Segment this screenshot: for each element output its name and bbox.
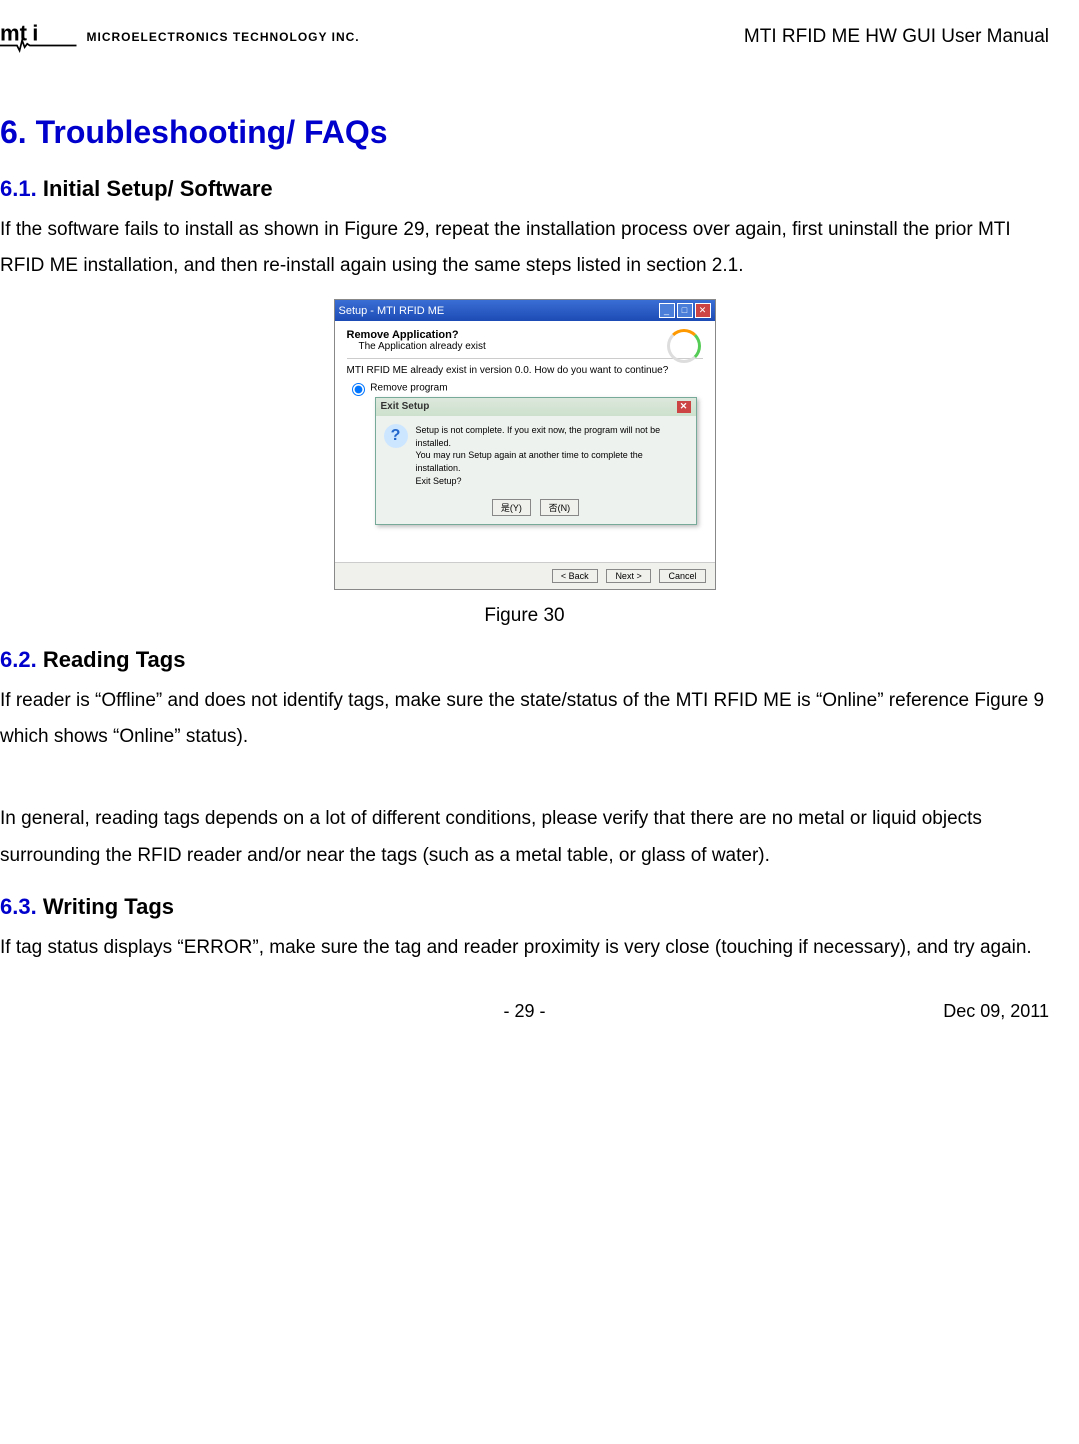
paragraph-62-1: If reader is “Offline” and does not iden… (0, 683, 1049, 755)
back-button[interactable]: < Back (552, 569, 598, 583)
svg-text:mt: mt (0, 20, 28, 45)
remove-program-radio[interactable] (352, 383, 365, 396)
dialog-line3: Exit Setup? (416, 475, 688, 488)
logo-area: mt i MICROELECTRONICS TECHNOLOGY INC. (0, 20, 360, 54)
heading-chapter: 6. Troubleshooting/ FAQs (0, 114, 1049, 151)
cancel-button[interactable]: Cancel (659, 569, 705, 583)
setup-window: Setup - MTI RFID ME _ □ ✕ Remove Applica… (334, 299, 716, 590)
dialog-close-icon[interactable]: ✕ (677, 401, 691, 413)
remove-program-label: Remove program (370, 383, 447, 394)
page-number: - 29 - (503, 1001, 545, 1022)
paragraph-61: If the software fails to install as show… (0, 212, 1049, 284)
figure-caption: Figure 30 (0, 605, 1049, 627)
paragraph-62-2: In general, reading tags depends on a lo… (0, 801, 1049, 873)
heading-num: 6.2. (0, 647, 37, 672)
question-icon: ? (384, 424, 408, 448)
spinner-icon (667, 329, 701, 363)
footer-date: Dec 09, 2011 (943, 1001, 1049, 1022)
remove-sub: The Application already exist (359, 341, 703, 352)
exit-setup-dialog: Exit Setup ✕ ? Setup is not complete. If… (375, 397, 697, 525)
page-footer: - 29 - Dec 09, 2011 (0, 971, 1049, 1032)
maximize-icon[interactable]: □ (677, 303, 693, 318)
dialog-line2: You may run Setup again at another time … (416, 449, 688, 474)
remove-question: Remove Application? (347, 329, 703, 341)
yes-button[interactable]: 是(Y) (492, 499, 531, 516)
figure-30: Setup - MTI RFID ME _ □ ✕ Remove Applica… (0, 299, 1049, 627)
heading-num: 6.1. (0, 176, 37, 201)
paragraph-63: If tag status displays “ERROR”, make sur… (0, 930, 1049, 966)
mti-logo-icon: mt i (0, 20, 77, 54)
heading-62: 6.2. Reading Tags (0, 647, 1049, 673)
exist-message: MTI RFID ME already exist in version 0.0… (347, 365, 703, 376)
window-title: Setup - MTI RFID ME (339, 305, 445, 317)
heading-61: 6.1. Initial Setup/ Software (0, 176, 1049, 202)
heading-text: Reading Tags (43, 647, 186, 672)
minimize-icon[interactable]: _ (659, 303, 675, 318)
dialog-title: Exit Setup (381, 401, 430, 413)
next-button[interactable]: Next > (606, 569, 650, 583)
heading-text: Writing Tags (43, 894, 174, 919)
heading-text: Initial Setup/ Software (43, 176, 273, 201)
no-button[interactable]: 否(N) (540, 499, 580, 516)
logo-company-text: MICROELECTRONICS TECHNOLOGY INC. (87, 30, 360, 44)
dialog-line1: Setup is not complete. If you exit now, … (416, 424, 688, 449)
window-titlebar: Setup - MTI RFID ME _ □ ✕ (335, 300, 715, 321)
doc-title: MTI RFID ME HW GUI User Manual (744, 26, 1049, 48)
heading-63: 6.3. Writing Tags (0, 894, 1049, 920)
close-icon[interactable]: ✕ (695, 303, 711, 318)
heading-num: 6.3. (0, 894, 37, 919)
svg-text:i: i (32, 20, 38, 45)
page-header: mt i MICROELECTRONICS TECHNOLOGY INC. MT… (0, 20, 1049, 84)
